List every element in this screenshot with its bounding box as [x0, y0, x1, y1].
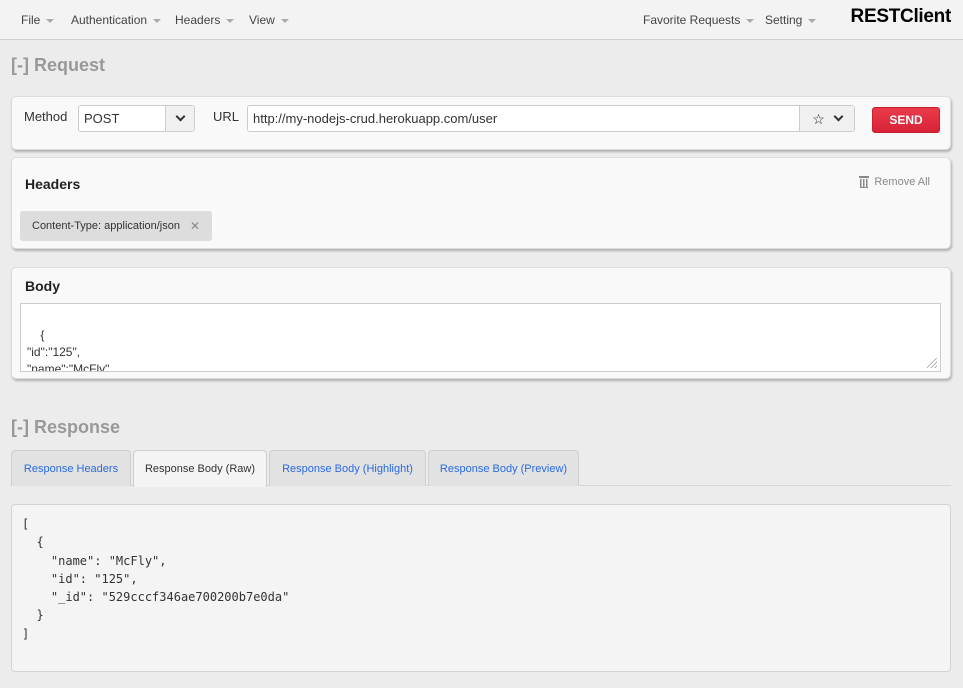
menu-favorite-requests[interactable]: Favorite Requests [643, 13, 755, 27]
response-section-toggle[interactable]: [-] Response [11, 417, 120, 438]
url-input[interactable]: http://my-nodejs-crud.herokuapp.com/user… [247, 105, 855, 132]
method-select[interactable]: POST [78, 105, 195, 132]
send-button[interactable]: SEND [872, 107, 940, 133]
chevron-down-icon [833, 111, 844, 122]
trash-icon [859, 176, 870, 188]
tab-response-body-raw[interactable]: Response Body (Raw) [133, 450, 267, 487]
menu-view[interactable]: View [249, 13, 289, 27]
tab-response-body-preview[interactable]: Response Body (Preview) [428, 450, 579, 486]
headers-title: Headers [25, 176, 81, 192]
menu-file[interactable]: File [21, 13, 55, 27]
body-textarea[interactable]: { "id":"125", "name":"McFly" } [20, 303, 941, 372]
method-label: Method [24, 109, 68, 124]
menu-setting-label: Setting [765, 13, 803, 27]
body-title: Body [25, 278, 60, 294]
header-chip[interactable]: Content-Type: application/json ✕ [20, 211, 213, 241]
caret-down-icon [226, 18, 235, 23]
menu-view-label: View [249, 13, 275, 27]
app-brand: RESTClient [850, 6, 952, 27]
top-navbar: File Authentication Headers View Favorit… [0, 0, 963, 40]
method-value: POST [84, 111, 120, 126]
tab-response-body-highlight[interactable]: Response Body (Highlight) [269, 450, 426, 486]
star-icon: ☆ [812, 110, 825, 127]
tab-label: Response Headers [23, 462, 119, 475]
menu-authentication-label: Authentication [71, 13, 148, 27]
remove-all-label: Remove All [874, 176, 930, 188]
url-label: URL [213, 109, 240, 124]
favorite-url-button[interactable]: ☆ [799, 106, 854, 131]
menu-file-label: File [21, 13, 41, 27]
request-section-toggle[interactable]: [-] Request [11, 55, 105, 76]
tab-label: Response Body (Preview) [439, 462, 568, 475]
response-tabs: Response Headers Response Body (Raw) Res… [11, 450, 951, 487]
tab-response-headers[interactable]: Response Headers [11, 450, 131, 486]
body-panel: Body { "id":"125", "name":"McFly" } [11, 267, 951, 379]
remove-all-headers-button[interactable]: Remove All [859, 176, 930, 188]
menu-authentication[interactable]: Authentication [71, 13, 162, 27]
tab-label: Response Body (Raw) [144, 463, 256, 475]
caret-down-icon [153, 18, 162, 23]
resize-grip-icon[interactable] [927, 358, 937, 368]
url-value: http://my-nodejs-crud.herokuapp.com/user [253, 111, 498, 126]
menu-setting[interactable]: Setting [765, 13, 817, 27]
menu-headers-label: Headers [175, 13, 221, 27]
request-bar: Method POST URL http://my-nodejs-crud.he… [11, 96, 951, 150]
body-content: { "id":"125", "name":"McFly" } [27, 328, 110, 372]
chevron-down-icon [175, 111, 185, 122]
method-dropdown-button[interactable] [165, 106, 194, 131]
caret-down-icon [46, 18, 55, 23]
header-chip-label: Content-Type: application/json [32, 220, 180, 232]
caret-down-icon [280, 18, 289, 23]
menu-headers[interactable]: Headers [175, 13, 235, 27]
headers-panel: Headers Remove All Content-Type: applica… [11, 157, 951, 249]
caret-down-icon [808, 18, 817, 23]
response-body-raw[interactable]: [ { "name": "McFly", "id": "125", "_id":… [11, 504, 951, 672]
caret-down-icon [746, 18, 755, 23]
tab-label: Response Body (Highlight) [282, 462, 413, 475]
close-icon[interactable]: ✕ [190, 219, 200, 233]
menu-favorite-requests-label: Favorite Requests [643, 13, 741, 27]
